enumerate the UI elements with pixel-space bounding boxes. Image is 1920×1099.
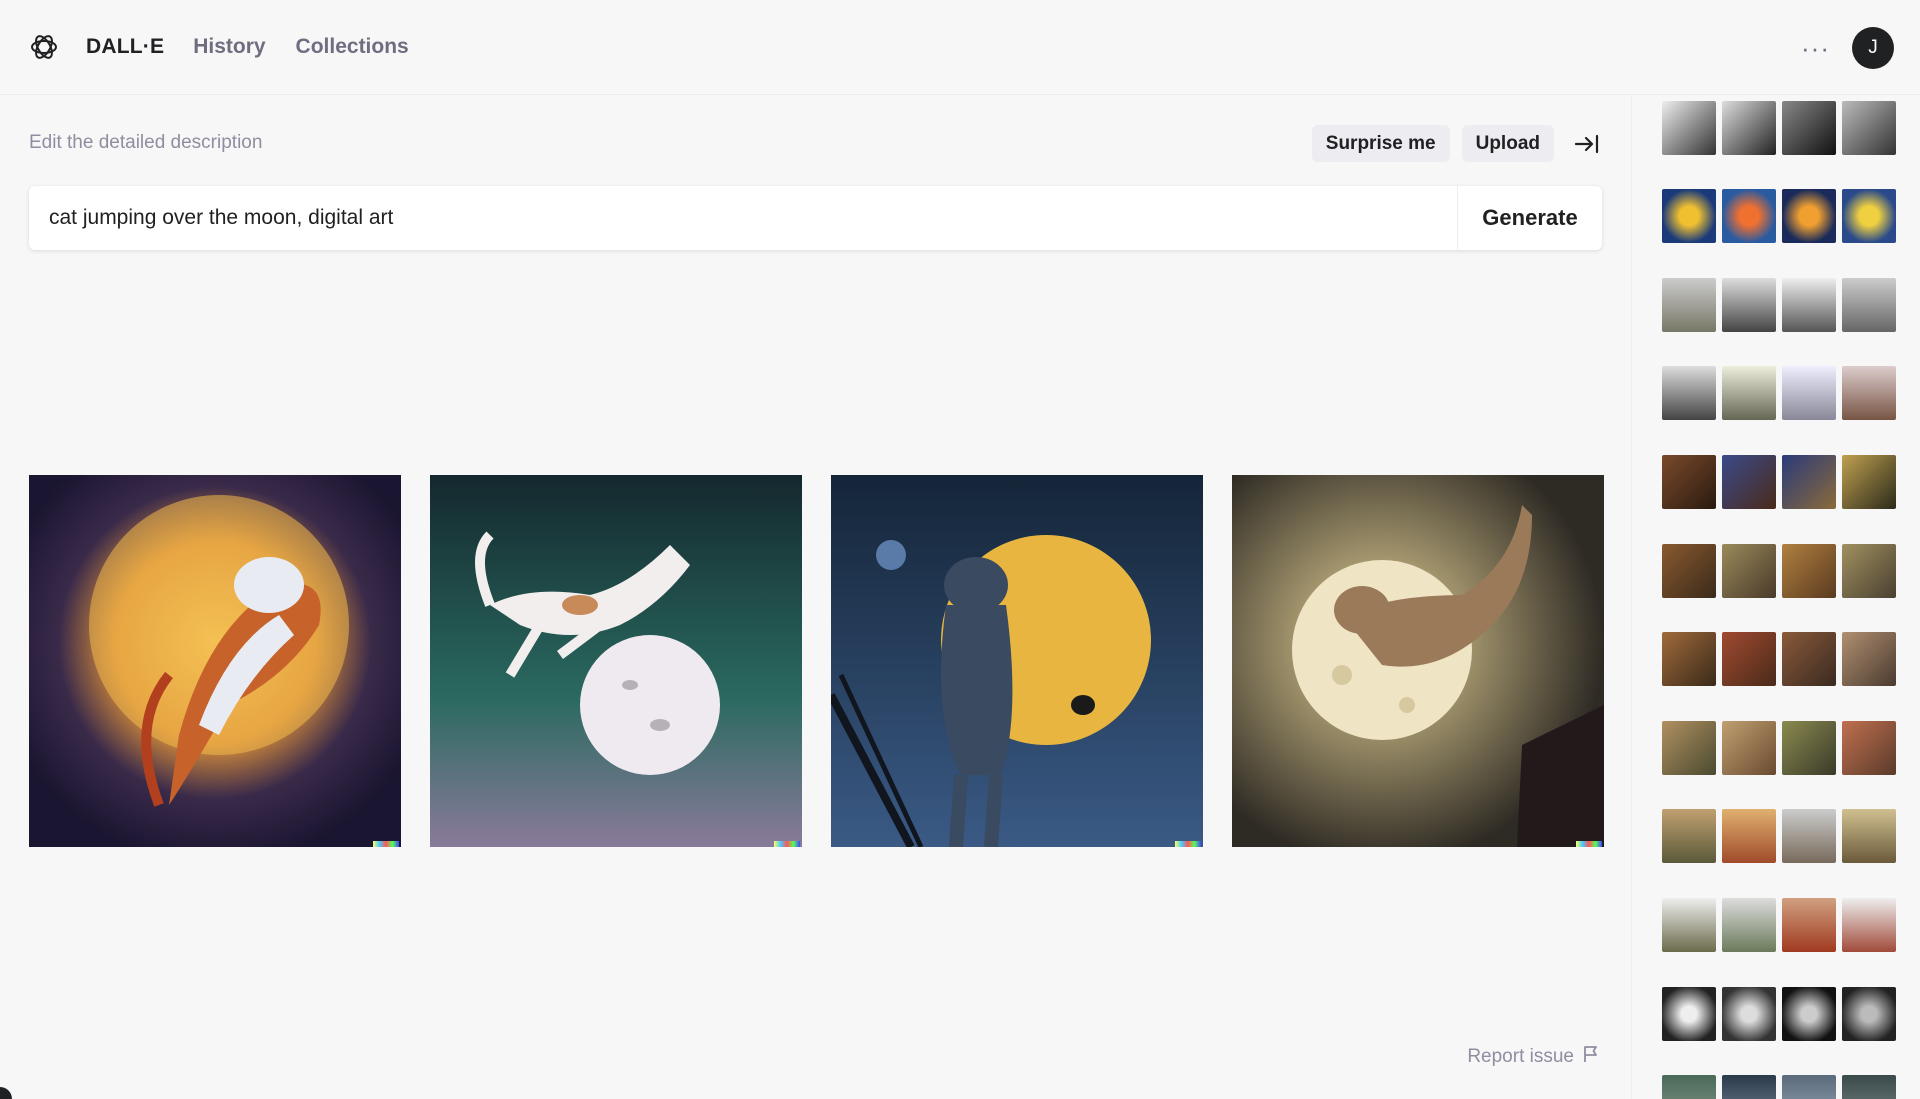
- history-thumbnail[interactable]: [1722, 544, 1776, 598]
- nav-history[interactable]: History: [193, 35, 265, 59]
- history-thumbnail[interactable]: [1782, 721, 1836, 775]
- history-row[interactable]: [1662, 101, 1896, 155]
- history-row[interactable]: [1662, 987, 1896, 1041]
- history-thumbnail[interactable]: [1782, 455, 1836, 509]
- main-panel: Edit the detailed description Surprise m…: [0, 96, 1630, 1099]
- history-thumbnail[interactable]: [1722, 366, 1776, 420]
- user-avatar[interactable]: J: [1852, 27, 1894, 69]
- history-row[interactable]: [1662, 898, 1896, 952]
- history-thumbnail[interactable]: [1662, 278, 1716, 332]
- prompt-input[interactable]: [29, 186, 1457, 250]
- history-thumbnail[interactable]: [1842, 189, 1896, 243]
- history-row[interactable]: [1662, 278, 1896, 332]
- history-thumbnail[interactable]: [1662, 632, 1716, 686]
- history-thumbnail[interactable]: [1782, 366, 1836, 420]
- history-thumbnail[interactable]: [1782, 101, 1836, 155]
- dalle-signature: [774, 841, 800, 847]
- description-label: Edit the detailed description: [29, 132, 263, 153]
- brand-title[interactable]: DALL·E: [86, 35, 164, 59]
- history-thumbnail[interactable]: [1842, 809, 1896, 863]
- surprise-me-button[interactable]: Surprise me: [1311, 125, 1450, 162]
- history-thumbnail[interactable]: [1662, 809, 1716, 863]
- history-thumbnail[interactable]: [1842, 278, 1896, 332]
- history-thumbnail[interactable]: [1722, 101, 1776, 155]
- collapse-right-icon[interactable]: [1572, 129, 1602, 159]
- report-issue-label: Report issue: [1467, 1046, 1574, 1067]
- upload-button[interactable]: Upload: [1461, 125, 1554, 162]
- history-thumbnail[interactable]: [1842, 987, 1896, 1041]
- history-thumbnail[interactable]: [1722, 189, 1776, 243]
- history-thumbnail[interactable]: [1842, 632, 1896, 686]
- result-image-4[interactable]: [1232, 475, 1604, 847]
- history-row[interactable]: [1662, 189, 1896, 243]
- history-thumbnail[interactable]: [1782, 632, 1836, 686]
- header-actions: ··· J: [1801, 27, 1894, 69]
- history-thumbnail[interactable]: [1842, 455, 1896, 509]
- history-row[interactable]: [1662, 721, 1896, 775]
- history-thumbnail[interactable]: [1782, 898, 1836, 952]
- history-thumbnail[interactable]: [1842, 721, 1896, 775]
- dalle-signature: [373, 841, 399, 847]
- history-thumbnail[interactable]: [1722, 898, 1776, 952]
- history-row[interactable]: [1662, 632, 1896, 686]
- history-thumbnail[interactable]: [1662, 987, 1716, 1041]
- history-row[interactable]: [1662, 455, 1896, 509]
- history-row[interactable]: [1662, 809, 1896, 863]
- history-thumbnail[interactable]: [1842, 544, 1896, 598]
- history-row[interactable]: [1662, 544, 1896, 598]
- history-thumbnail[interactable]: [1662, 101, 1716, 155]
- history-thumbnail[interactable]: [1722, 455, 1776, 509]
- history-row[interactable]: [1662, 1075, 1896, 1099]
- history-thumbnail[interactable]: [1722, 278, 1776, 332]
- history-thumbnail[interactable]: [1782, 809, 1836, 863]
- prompt-actions: Surprise me Upload: [1311, 125, 1602, 162]
- history-thumbnail[interactable]: [1842, 898, 1896, 952]
- history-thumbnail[interactable]: [1662, 1075, 1716, 1099]
- history-sidebar: [1631, 96, 1920, 1099]
- history-thumbnail[interactable]: [1722, 987, 1776, 1041]
- top-navbar: DALL·E History Collections ··· J: [0, 0, 1920, 95]
- result-image-3[interactable]: [831, 475, 1203, 847]
- result-image-1[interactable]: [29, 475, 401, 847]
- history-thumbnail[interactable]: [1782, 987, 1836, 1041]
- history-thumbnail[interactable]: [1782, 278, 1836, 332]
- result-image-2[interactable]: [430, 475, 802, 847]
- history-thumbnail[interactable]: [1842, 366, 1896, 420]
- history-thumbnail[interactable]: [1722, 1075, 1776, 1099]
- more-options-icon[interactable]: ···: [1801, 35, 1830, 61]
- history-thumbnail[interactable]: [1842, 1075, 1896, 1099]
- dalle-signature: [1576, 841, 1602, 847]
- history-thumbnail[interactable]: [1782, 1075, 1836, 1099]
- history-thumbnail[interactable]: [1722, 809, 1776, 863]
- history-thumbnail[interactable]: [1842, 101, 1896, 155]
- history-thumbnail[interactable]: [1782, 544, 1836, 598]
- history-thumbnail[interactable]: [1722, 632, 1776, 686]
- history-thumbnail[interactable]: [1662, 189, 1716, 243]
- result-grid: [29, 475, 1604, 847]
- history-thumbnail[interactable]: [1662, 898, 1716, 952]
- openai-logo-icon[interactable]: [28, 31, 60, 63]
- history-thumbnail[interactable]: [1662, 721, 1716, 775]
- history-thumbnail[interactable]: [1662, 455, 1716, 509]
- report-issue-link[interactable]: Report issue: [1467, 1045, 1600, 1069]
- history-thumbnail[interactable]: [1662, 366, 1716, 420]
- nav-collections[interactable]: Collections: [296, 35, 409, 59]
- history-row[interactable]: [1662, 366, 1896, 420]
- generate-button[interactable]: Generate: [1457, 186, 1602, 250]
- prompt-bar: Generate: [29, 186, 1602, 250]
- dalle-signature: [1175, 841, 1201, 847]
- history-thumbnail[interactable]: [1782, 189, 1836, 243]
- history-thumbnail[interactable]: [1662, 544, 1716, 598]
- flag-icon: [1582, 1045, 1600, 1069]
- history-thumbnail[interactable]: [1722, 721, 1776, 775]
